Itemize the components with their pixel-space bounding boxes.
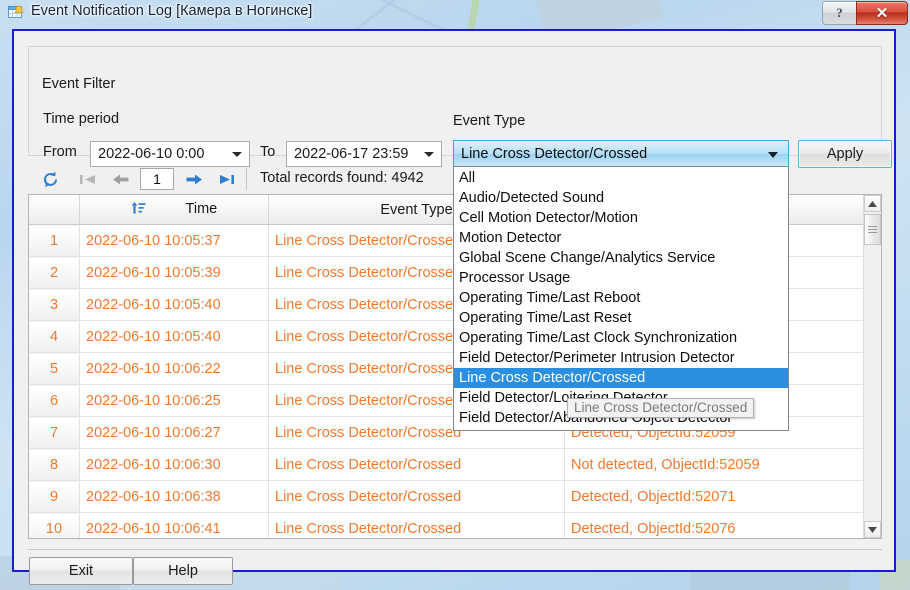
cell-time: 2022-06-10 10:05:40 xyxy=(79,320,269,353)
table-row[interactable]: 9 2022-06-10 10:06:38 Line Cross Detecto… xyxy=(29,480,870,513)
cell-details: Detected, ObjectId:52076 xyxy=(564,512,870,538)
cell-event-type: Line Cross Detector/Crossed xyxy=(268,512,565,538)
last-page-icon[interactable] xyxy=(214,167,238,191)
scrollbar-grip-icon xyxy=(868,226,877,233)
page-number-input[interactable]: 1 xyxy=(140,168,174,190)
row-index: 7 xyxy=(29,416,80,449)
dropdown-item[interactable]: Global Scene Change/Analytics Service xyxy=(454,248,788,268)
window-title: Event Notification Log [Камера в Ногинск… xyxy=(31,3,313,19)
dropdown-item[interactable]: Operating Time/Last Reset xyxy=(454,308,788,328)
scroll-down-icon[interactable] xyxy=(864,521,881,538)
cell-time: 2022-06-10 10:06:22 xyxy=(79,352,269,385)
column-header-time-label: Time xyxy=(185,201,218,218)
table-row[interactable]: 10 2022-06-10 10:06:41 Line Cross Detect… xyxy=(29,512,870,538)
row-index: 4 xyxy=(29,320,80,353)
close-icon[interactable]: ✕ xyxy=(856,1,908,25)
cell-time: 2022-06-10 10:06:41 xyxy=(79,512,269,538)
row-index: 2 xyxy=(29,256,80,289)
previous-page-icon[interactable] xyxy=(108,167,132,191)
row-index: 5 xyxy=(29,352,80,385)
cell-time: 2022-06-10 10:05:40 xyxy=(79,288,269,321)
refresh-icon[interactable] xyxy=(38,167,62,191)
to-date-value: 2022-06-17 23:59 xyxy=(294,146,409,162)
client-area: Event Filter Time period From 2022-06-10… xyxy=(12,29,896,585)
row-index: 1 xyxy=(29,224,80,257)
from-date-value: 2022-06-10 0:00 xyxy=(98,146,205,162)
dropdown-item-selected[interactable]: Line Cross Detector/Crossed xyxy=(454,368,788,388)
window-controls: ? ✕ xyxy=(822,1,908,25)
chevron-down-icon xyxy=(768,152,778,158)
chevron-down-icon xyxy=(232,152,242,157)
event-type-value: Line Cross Detector/Crossed xyxy=(461,146,648,162)
close-label: ✕ xyxy=(875,5,889,22)
exit-button[interactable]: Exit xyxy=(29,557,133,585)
first-page-icon[interactable] xyxy=(76,167,100,191)
toolbar-separator xyxy=(246,168,247,190)
dropdown-item[interactable]: Field Detector/Perimeter Intrusion Detec… xyxy=(454,348,788,368)
to-label: To xyxy=(260,144,276,160)
cell-time: 2022-06-10 10:06:38 xyxy=(79,480,269,513)
from-label: From xyxy=(43,144,77,160)
footer-divider xyxy=(28,549,882,550)
row-index: 9 xyxy=(29,480,80,513)
chevron-down-icon xyxy=(424,152,434,157)
dropdown-tooltip: Line Cross Detector/Crossed xyxy=(567,398,755,418)
total-records-label: Total records found: 4942 xyxy=(260,170,424,186)
cell-details: Not detected, ObjectId:52059 xyxy=(564,448,870,481)
dropdown-item[interactable]: Audio/Detected Sound xyxy=(454,188,788,208)
column-header-index[interactable] xyxy=(29,195,80,225)
row-index: 3 xyxy=(29,288,80,321)
cell-time: 2022-06-10 10:05:37 xyxy=(79,224,269,257)
event-log-icon xyxy=(8,5,25,20)
dropdown-item[interactable]: Cell Motion Detector/Motion xyxy=(454,208,788,228)
next-page-icon[interactable] xyxy=(182,167,206,191)
title-help-button[interactable]: ? xyxy=(822,1,856,25)
row-index: 10 xyxy=(29,512,80,538)
help-button[interactable]: Help xyxy=(133,557,233,585)
dropdown-item[interactable]: Motion Detector xyxy=(454,228,788,248)
dropdown-item[interactable]: Processor Usage xyxy=(454,268,788,288)
sort-ascending-icon xyxy=(131,201,146,218)
event-type-label: Event Type xyxy=(453,113,526,129)
cell-time: 2022-06-10 10:06:25 xyxy=(79,384,269,417)
dropdown-item[interactable]: All xyxy=(454,168,788,188)
column-header-time[interactable]: Time xyxy=(79,195,269,225)
cell-details: Detected, ObjectId:52071 xyxy=(564,480,870,513)
table-vertical-scrollbar[interactable] xyxy=(863,195,881,538)
scroll-up-icon[interactable] xyxy=(864,195,881,212)
event-type-dropdown-list[interactable]: All Audio/Detected Sound Cell Motion Det… xyxy=(453,166,789,431)
dropdown-item[interactable]: Operating Time/Last Reboot xyxy=(454,288,788,308)
cell-time: 2022-06-10 10:05:39 xyxy=(79,256,269,289)
row-index: 6 xyxy=(29,384,80,417)
cell-event-type: Line Cross Detector/Crossed xyxy=(268,480,565,513)
dropdown-item[interactable]: Operating Time/Last Clock Synchronizatio… xyxy=(454,328,788,348)
time-period-label: Time period xyxy=(43,111,120,127)
event-filter-title: Event Filter xyxy=(38,76,120,92)
row-index: 8 xyxy=(29,448,80,481)
title-bar[interactable]: Event Notification Log [Камера в Ногинск… xyxy=(0,0,910,27)
event-notification-log-window: Event Notification Log [Камера в Ногинск… xyxy=(0,0,910,590)
title-help-label: ? xyxy=(836,5,843,20)
scrollbar-thumb[interactable] xyxy=(864,214,881,245)
cell-time: 2022-06-10 10:06:27 xyxy=(79,416,269,449)
cell-event-type: Line Cross Detector/Crossed xyxy=(268,448,565,481)
table-row[interactable]: 8 2022-06-10 10:06:30 Line Cross Detecto… xyxy=(29,448,870,481)
cell-time: 2022-06-10 10:06:30 xyxy=(79,448,269,481)
